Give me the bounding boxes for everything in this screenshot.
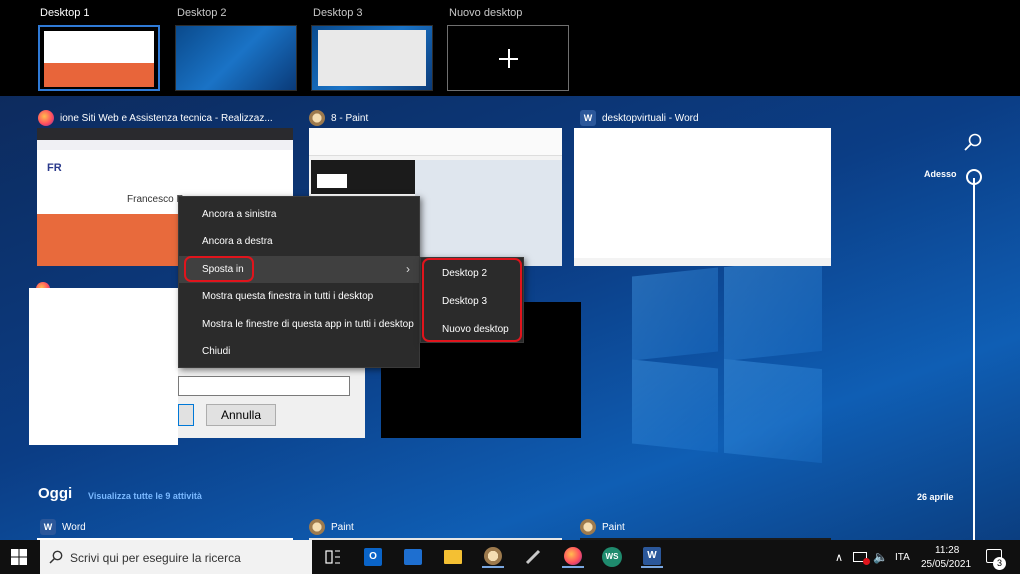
activity-paint-1-label: Paint (331, 521, 354, 533)
chevron-right-icon: › (406, 262, 410, 276)
menu-snap-right[interactable]: Ancora a destra (179, 228, 419, 255)
highlight-ring-submenu (422, 258, 522, 342)
timeline-handle[interactable] (966, 169, 982, 185)
word-window-thumbnail[interactable] (574, 128, 831, 266)
timeline-date-label: 26 aprile (917, 492, 954, 502)
taskbar-search-box[interactable]: Scrivi qui per eseguire la ricerca (40, 540, 312, 574)
firefox-taskbar-icon[interactable] (562, 546, 584, 568)
desktop-3-thumbnail[interactable] (311, 25, 433, 91)
dialog-window-thumbnail[interactable]: Annulla (178, 362, 365, 438)
desktop-1-label: Desktop 1 (40, 7, 90, 19)
menu-snap-left[interactable]: Ancora a sinistra (179, 201, 419, 228)
snipping-tool-icon[interactable] (522, 546, 544, 568)
language-indicator[interactable]: ITA (895, 552, 910, 563)
timeline-search-icon[interactable] (962, 132, 984, 154)
store-icon[interactable] (402, 546, 424, 568)
paint-icon (309, 110, 325, 126)
windows-logo-wallpaper (632, 256, 822, 464)
word-icon: W (40, 519, 56, 535)
activity-paint-1[interactable]: Paint (309, 519, 354, 535)
ws-app-icon[interactable]: WS (601, 546, 623, 568)
timeline-now-label: Adesso (924, 169, 957, 179)
word-taskbar-icon[interactable]: W (641, 546, 663, 568)
clock-time[interactable]: 11:28 (935, 545, 959, 556)
firefox-title-text: ione Siti Web e Assistenza tecnica - Rea… (60, 112, 273, 124)
word-icon: W (580, 110, 596, 126)
task-view-icon[interactable] (322, 546, 344, 568)
view-all-activities-link[interactable]: Visualizza tutte le 9 attività (88, 491, 202, 501)
desktop-3-label: Desktop 3 (313, 7, 363, 19)
taskbar: Scrivi qui per eseguire la ricerca O WS … (0, 540, 1020, 574)
paint-window-title[interactable]: 8 - Paint (309, 110, 368, 126)
notification-count-badge: 3 (993, 557, 1006, 570)
word-title-text: desktopvirtuali - Word (602, 112, 699, 124)
activity-paint-2[interactable]: Paint (580, 519, 625, 535)
virtual-desktops-bar: Desktop 1 Desktop 2 Desktop 3 Nuovo desk… (0, 0, 1020, 96)
chevron-up-icon[interactable]: ∧ (835, 551, 843, 564)
outlook-icon[interactable]: O (362, 546, 384, 568)
new-desktop-button[interactable] (447, 25, 569, 91)
paint-taskbar-icon[interactable] (482, 546, 504, 568)
activity-word[interactable]: W Word (40, 519, 86, 535)
word-window-title[interactable]: W desktopvirtuali - Word (580, 110, 699, 126)
cancel-button[interactable]: Annulla (206, 404, 276, 426)
today-heading: Oggi (38, 485, 73, 502)
desktop-1-thumbnail[interactable] (38, 25, 160, 91)
firefox-icon (38, 110, 54, 126)
timeline-track[interactable] (973, 178, 975, 540)
desktop-2-thumbnail[interactable] (175, 25, 297, 91)
firefox-page-heading: Francesco R (127, 194, 184, 205)
menu-close[interactable]: Chiudi (179, 338, 419, 365)
activity-word-label: Word (62, 521, 86, 533)
blank-window-thumbnail[interactable] (29, 288, 178, 445)
firefox-window-title[interactable]: ione Siti Web e Assistenza tecnica - Rea… (38, 110, 273, 126)
windows-start-icon[interactable] (11, 549, 27, 565)
network-icon[interactable] (853, 552, 870, 565)
paint-icon (580, 519, 596, 535)
search-placeholder: Scrivi qui per eseguire la ricerca (70, 551, 241, 565)
search-icon (49, 550, 63, 569)
window-context-menu: Ancora a sinistra Ancora a destra Sposta… (178, 196, 420, 368)
paint-title-text: 8 - Paint (331, 112, 369, 124)
file-explorer-icon[interactable] (442, 546, 464, 568)
new-desktop-label: Nuovo desktop (449, 7, 523, 19)
fr-logo: FR (47, 162, 62, 174)
activity-paint-2-label: Paint (602, 521, 625, 533)
menu-show-app-all-desktops[interactable]: Mostra le finestre di questa app in tutt… (179, 311, 419, 338)
menu-show-window-all-desktops[interactable]: Mostra questa finestra in tutti i deskto… (179, 283, 419, 310)
desktop-2-label: Desktop 2 (177, 7, 227, 19)
volume-icon[interactable]: 🔈 (873, 550, 888, 564)
clock-date[interactable]: 25/05/2021 (921, 559, 971, 570)
paint-icon (309, 519, 325, 535)
highlight-ring-move-to (184, 256, 254, 282)
